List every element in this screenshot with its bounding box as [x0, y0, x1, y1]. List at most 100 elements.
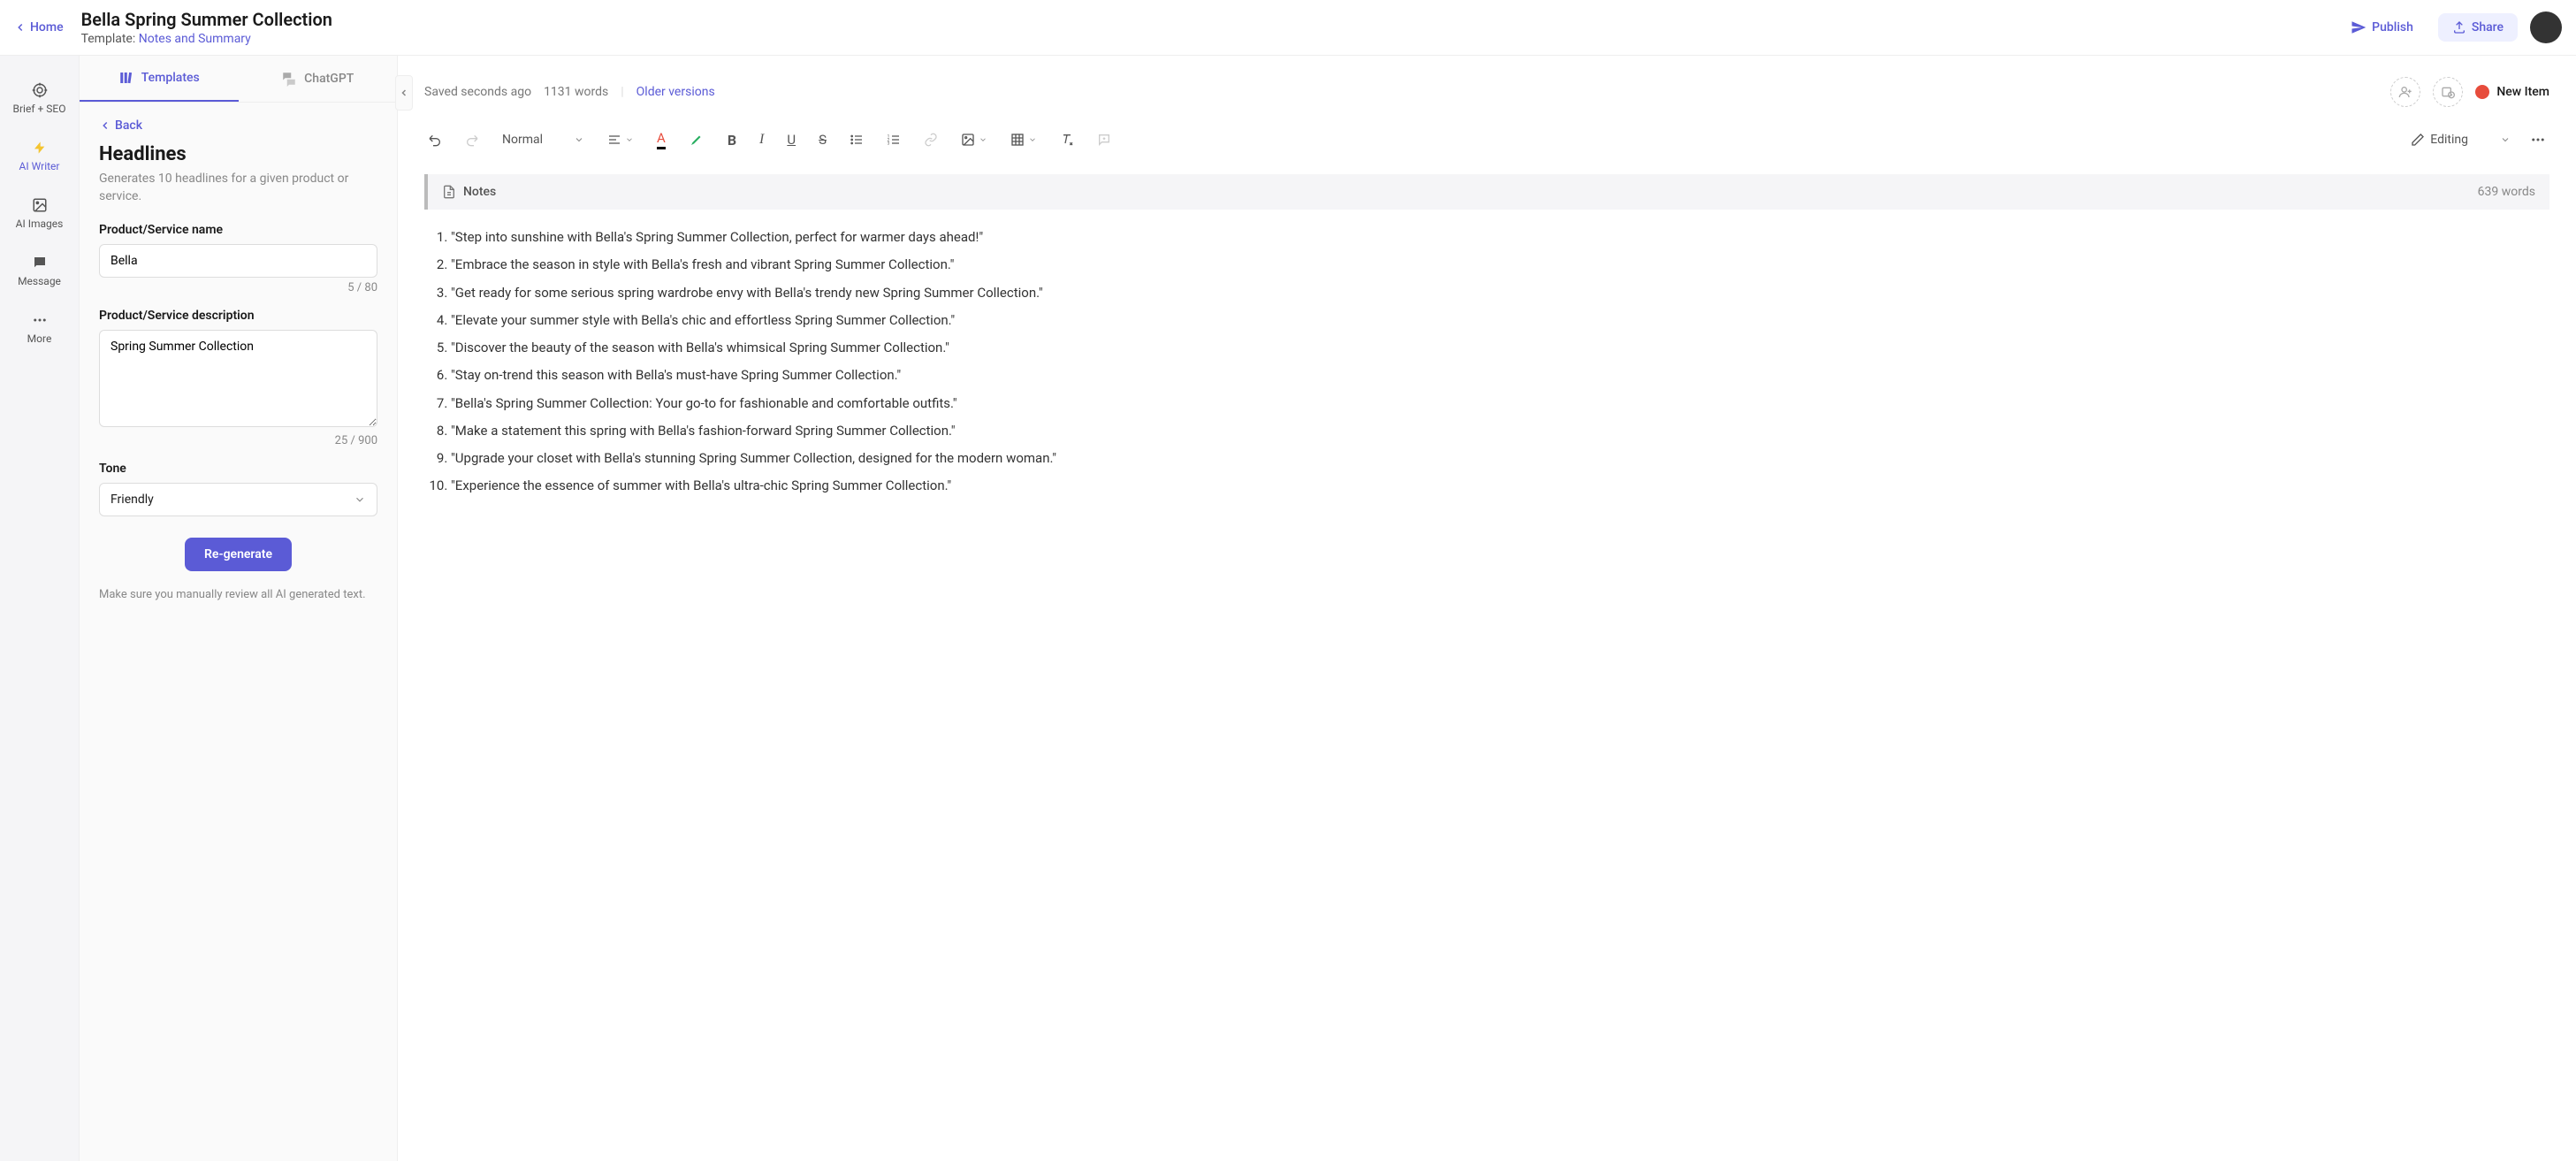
- list-item[interactable]: "Discover the beauty of the season with …: [451, 338, 2549, 358]
- tab-templates[interactable]: Templates: [80, 56, 239, 102]
- home-link[interactable]: Home: [14, 20, 64, 34]
- highlight-button[interactable]: [685, 128, 708, 151]
- nav-label: AI Writer: [19, 160, 60, 172]
- undo-icon: [428, 133, 442, 147]
- chevron-left-icon: [399, 88, 409, 98]
- schedule-button[interactable]: [2433, 77, 2463, 107]
- nav-ai-images[interactable]: AI Images: [0, 185, 79, 242]
- underline-icon: U: [787, 132, 796, 148]
- tab-chatgpt[interactable]: ChatGPT: [239, 56, 398, 102]
- add-collaborator-button[interactable]: [2390, 77, 2420, 107]
- tone-value: Friendly: [111, 493, 154, 507]
- list-item[interactable]: "Experience the essence of summer with B…: [451, 476, 2549, 496]
- nav-brief-seo[interactable]: Brief + SEO: [0, 70, 79, 127]
- disclaimer-text: Make sure you manually review all AI gen…: [99, 587, 377, 603]
- back-button[interactable]: Back: [99, 118, 377, 133]
- list-item[interactable]: "Bella's Spring Summer Collection: Your …: [451, 393, 2549, 414]
- older-versions-link[interactable]: Older versions: [636, 85, 715, 99]
- tab-label: ChatGPT: [304, 72, 354, 86]
- redo-button[interactable]: [461, 129, 483, 150]
- divider: |: [621, 85, 623, 99]
- new-item-status[interactable]: New Item: [2475, 85, 2549, 99]
- image-icon: [961, 133, 975, 147]
- share-button[interactable]: Share: [2438, 13, 2518, 42]
- comment-button[interactable]: [1094, 129, 1115, 150]
- bullet-list-button[interactable]: [846, 129, 867, 150]
- chevron-down-icon: [625, 135, 634, 144]
- list-item[interactable]: "Step into sunshine with Bella's Spring …: [451, 227, 2549, 248]
- bold-button[interactable]: B: [724, 128, 740, 152]
- list-item[interactable]: "Make a statement this spring with Bella…: [451, 421, 2549, 441]
- regenerate-button[interactable]: Re-generate: [185, 538, 292, 571]
- editor-toolbar: Normal A B I U S 123 Editing: [424, 126, 2549, 153]
- list-item[interactable]: "Stay on-trend this season with Bella's …: [451, 365, 2549, 386]
- upload-icon: [2452, 20, 2466, 34]
- nav-label: Brief + SEO: [13, 103, 66, 115]
- strikethrough-button[interactable]: S: [815, 128, 830, 151]
- template-line: Template: Notes and Summary: [81, 32, 2339, 46]
- clear-format-button[interactable]: [1056, 129, 1078, 150]
- document-title[interactable]: Bella Spring Summer Collection: [81, 9, 2339, 30]
- link-button[interactable]: [920, 129, 941, 150]
- style-label: Normal: [502, 133, 543, 147]
- align-left-icon: [607, 133, 621, 147]
- nav-label: Message: [18, 275, 61, 287]
- target-icon: [32, 82, 48, 98]
- template-prefix: Template:: [81, 32, 139, 46]
- text-color-icon: A: [657, 130, 666, 149]
- strikethrough-icon: S: [819, 132, 827, 148]
- list-item[interactable]: "Elevate your summer style with Bella's …: [451, 310, 2549, 331]
- name-field-label: Product/Service name: [99, 223, 377, 237]
- tab-label: Templates: [141, 71, 200, 85]
- dots-icon: [2530, 132, 2546, 148]
- avatar[interactable]: [2530, 11, 2562, 43]
- template-name-link[interactable]: Notes and Summary: [139, 32, 251, 46]
- list-item[interactable]: "Upgrade your closet with Bella's stunni…: [451, 448, 2549, 469]
- undo-button[interactable]: [424, 129, 446, 150]
- image-insert-button[interactable]: [957, 129, 991, 150]
- headlines-list[interactable]: "Step into sunshine with Bella's Spring …: [440, 227, 2549, 504]
- desc-counter: 25 / 900: [99, 434, 377, 447]
- product-description-input[interactable]: [99, 330, 377, 427]
- underline-button[interactable]: U: [783, 128, 799, 151]
- more-toolbar-button[interactable]: [2526, 128, 2549, 151]
- send-icon: [2351, 19, 2366, 35]
- chat-icon: [32, 255, 48, 271]
- templates-panel: Templates ChatGPT Back Headlines Generat…: [80, 56, 398, 1161]
- table-icon: [1010, 133, 1025, 147]
- table-insert-button[interactable]: [1007, 129, 1040, 150]
- list-item[interactable]: "Get ready for some serious spring wardr…: [451, 283, 2549, 303]
- tone-select[interactable]: Friendly: [99, 483, 377, 516]
- nav-more[interactable]: More: [0, 300, 79, 357]
- align-button[interactable]: [604, 129, 637, 150]
- share-label: Share: [2472, 20, 2504, 34]
- collapse-panel-button[interactable]: [395, 75, 413, 111]
- italic-button[interactable]: I: [756, 128, 767, 151]
- nav-label: AI Images: [16, 218, 64, 230]
- back-label: Back: [115, 118, 142, 133]
- redo-icon: [465, 133, 479, 147]
- product-name-input[interactable]: [99, 244, 377, 278]
- text-style-select[interactable]: Normal: [499, 129, 588, 150]
- nav-label: More: [27, 332, 52, 345]
- list-item[interactable]: "Embrace the season in style with Bella'…: [451, 255, 2549, 275]
- chevron-down-icon: [354, 493, 366, 506]
- save-status: Saved seconds ago: [424, 85, 531, 99]
- text-color-button[interactable]: A: [653, 126, 669, 153]
- publish-button[interactable]: Publish: [2338, 12, 2426, 42]
- link-icon: [924, 133, 938, 147]
- bolt-icon: [32, 140, 48, 156]
- word-count: 1131 words: [544, 85, 608, 99]
- chevron-down-icon: [979, 135, 987, 144]
- panel-heading: Headlines: [99, 143, 377, 165]
- numbered-list-button[interactable]: 123: [883, 129, 904, 150]
- publish-label: Publish: [2372, 20, 2413, 34]
- notes-section-header[interactable]: Notes 639 words: [424, 174, 2549, 210]
- nav-ai-writer[interactable]: AI Writer: [0, 127, 79, 185]
- panel-subtitle: Generates 10 headlines for a given produ…: [99, 171, 377, 205]
- comment-add-icon: [1097, 133, 1111, 147]
- chevron-left-icon: [14, 21, 27, 34]
- editing-mode-select[interactable]: Editing: [2411, 133, 2511, 147]
- nav-message[interactable]: Message: [0, 242, 79, 300]
- title-block: Bella Spring Summer Collection Template:…: [81, 9, 2339, 46]
